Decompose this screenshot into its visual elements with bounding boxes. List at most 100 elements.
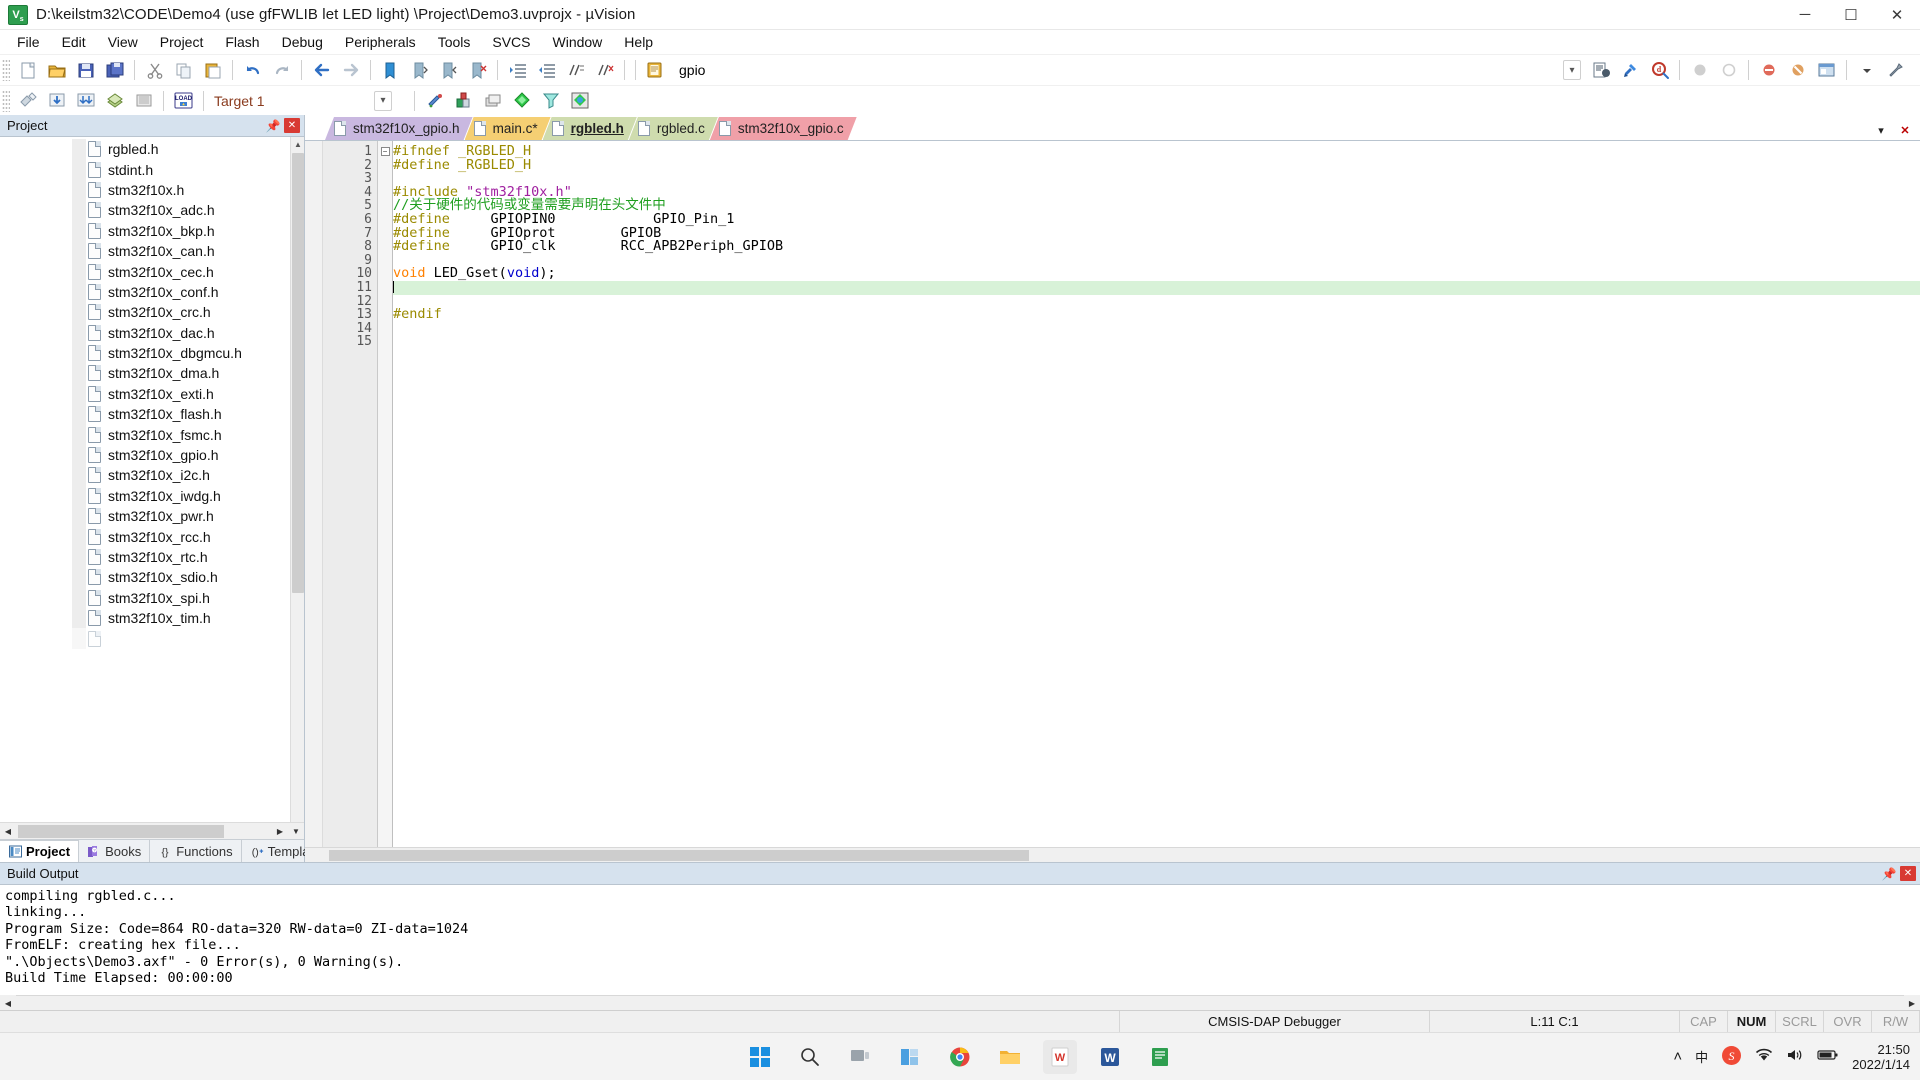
tree-item[interactable]: stm32f10x_dbgmcu.h [0, 342, 304, 364]
menu-item-view[interactable]: View [97, 32, 149, 52]
editor-tab-rgbled-c[interactable]: rgbled.c [629, 117, 718, 140]
hscroll-track[interactable] [16, 823, 272, 839]
status-indicator-scrl[interactable]: SCRL [1776, 1010, 1824, 1033]
code-line[interactable] [393, 280, 1920, 295]
redo-icon[interactable] [268, 57, 295, 83]
scrollbar-thumb[interactable] [292, 153, 304, 593]
save-icon[interactable] [72, 57, 99, 83]
file-explorer-icon[interactable] [993, 1040, 1027, 1074]
tree-item[interactable]: stm32f10x_adc.h [0, 200, 304, 221]
tree-item[interactable]: stm32f10x_can.h [0, 240, 304, 262]
widgets-icon[interactable] [893, 1040, 927, 1074]
tree-item[interactable]: stdint.h [0, 159, 304, 180]
menu-item-flash[interactable]: Flash [214, 32, 270, 52]
open-file-icon[interactable] [43, 57, 70, 83]
sogou-icon[interactable]: S [1721, 1045, 1742, 1069]
rebuild-all-icon[interactable] [72, 88, 99, 114]
tab-list-dropdown-icon[interactable]: ▾ [1874, 124, 1888, 137]
tree-item[interactable]: rgbled.h [0, 139, 304, 160]
navigate-forward-icon[interactable] [337, 57, 364, 83]
wps-icon[interactable]: W [1043, 1039, 1077, 1074]
tray-overflow-icon[interactable]: ˄ [1673, 1048, 1682, 1065]
editor-tab-stm32f10x-gpio-c[interactable]: stm32f10x_gpio.c [710, 117, 857, 140]
code-editor[interactable]: 1 2 3 4 5 6 7 8 9 10 11 12 13 14 15 − #ifndef _RGBLED_… [305, 141, 1920, 847]
menu-item-svcs[interactable]: SVCS [481, 32, 541, 52]
bookmark-clear-icon[interactable] [464, 57, 491, 83]
maximize-button[interactable]: ☐ [1828, 0, 1874, 30]
tree-item[interactable]: stm32f10x_bkp.h [0, 220, 304, 241]
build-target-icon[interactable] [43, 88, 70, 114]
menu-item-file[interactable]: File [6, 32, 51, 52]
tree-item[interactable]: stm32f10x_iwdg.h [0, 485, 304, 507]
tree-item[interactable]: stm32f10x_tim.h [0, 607, 304, 629]
chrome-icon[interactable] [943, 1040, 977, 1074]
browse-open-icon[interactable] [642, 57, 669, 83]
code-line[interactable] [393, 295, 1920, 309]
code-line[interactable] [393, 335, 1920, 349]
panel-tab-project[interactable]: Project [0, 840, 80, 862]
indent-icon[interactable] [504, 57, 531, 83]
navigate-back-icon[interactable] [308, 57, 335, 83]
code-line[interactable]: #endif [393, 307, 1920, 322]
toolbar-grip[interactable] [2, 59, 10, 81]
editor-tab-rgbled-h[interactable]: rgbled.h [543, 117, 637, 140]
close-button[interactable]: ✕ [1874, 0, 1920, 30]
tree-item[interactable]: stm32f10x_conf.h [0, 281, 304, 303]
build-output-text[interactable]: compiling rgbled.c... linking... Program S… [0, 885, 1920, 995]
target-select[interactable]: Target 1 ▾ [209, 90, 409, 112]
code-line[interactable] [393, 322, 1920, 336]
comment-icon[interactable] [562, 57, 589, 83]
scroll-down-icon[interactable]: ▼ [288, 823, 304, 839]
window-layout-icon[interactable] [1813, 57, 1840, 83]
cut-icon[interactable] [141, 57, 168, 83]
code-line[interactable] [393, 254, 1920, 268]
code-line[interactable]: #define _RGBLED_H [393, 158, 1920, 173]
tree-item[interactable]: stm32f10x_i2c.h [0, 465, 304, 486]
panel-tab-functions[interactable]: {} Functions [150, 840, 242, 862]
editor-tab-stm32f10x-gpio-h[interactable]: stm32f10x_gpio.h [325, 117, 473, 140]
filter-icon[interactable] [537, 88, 564, 114]
paste-icon[interactable] [199, 57, 226, 83]
menu-item-debug[interactable]: Debug [271, 32, 334, 52]
tree-item[interactable]: stm32f10x_spi.h [0, 587, 304, 608]
tree-item[interactable]: stm32f10x_rtc.h [0, 546, 304, 568]
kill-breakpoints-icon[interactable] [1755, 57, 1782, 83]
editor-hscrollbar[interactable] [305, 847, 1920, 862]
build-pin-icon[interactable]: 📌 [1881, 867, 1897, 881]
batch-build-icon[interactable] [101, 88, 128, 114]
bookmark-prev-icon[interactable] [406, 57, 433, 83]
configure-icon[interactable] [1882, 57, 1909, 83]
tree-item[interactable] [0, 628, 304, 649]
task-view-icon[interactable] [843, 1040, 877, 1074]
pack-installer-icon[interactable] [508, 88, 535, 114]
status-indicator-cap[interactable]: CAP [1680, 1010, 1728, 1033]
tree-item[interactable]: stm32f10x_rcc.h [0, 526, 304, 547]
menu-item-edit[interactable]: Edit [51, 32, 97, 52]
pack-icon[interactable] [566, 88, 593, 114]
tree-item[interactable]: stm32f10x_crc.h [0, 302, 304, 323]
fold-column[interactable]: − [378, 141, 393, 847]
code-content[interactable]: #ifndef _RGBLED_H #define _RGBLED_H #inclu… [393, 141, 1920, 847]
taskbar-clock[interactable]: 21:50 2022/1/14 [1852, 1042, 1910, 1072]
layout-dropdown-icon[interactable] [1853, 57, 1880, 83]
browse-symbol-icon[interactable] [1588, 57, 1615, 83]
chevron-down-icon[interactable]: ▾ [374, 90, 392, 111]
build-toolbar-grip[interactable] [2, 89, 10, 112]
start-button-icon[interactable] [743, 1040, 777, 1074]
tree-item[interactable]: stm32f10x_cec.h [0, 261, 304, 282]
undo-icon[interactable] [239, 57, 266, 83]
word-icon[interactable]: W [1093, 1040, 1127, 1074]
breakpoint-disable-icon[interactable] [1715, 57, 1742, 83]
code-line[interactable]: void LED_Gset(void); [393, 267, 1920, 281]
code-line[interactable]: #define GPIO_clk RCC_APB2Periph_GPIOB [393, 239, 1920, 254]
tree-item[interactable]: stm32f10x_pwr.h [0, 506, 304, 527]
save-all-icon[interactable] [101, 57, 128, 83]
menu-item-window[interactable]: Window [542, 32, 614, 52]
ime-indicator[interactable]: 中 [1695, 1047, 1708, 1066]
debug-magnifier-icon[interactable]: d [1646, 57, 1673, 83]
status-indicator-ovr[interactable]: OVR [1824, 1010, 1872, 1033]
download-icon[interactable]: LOAD [170, 88, 197, 114]
manage-project-items-icon[interactable] [450, 88, 477, 114]
search-input[interactable]: gpio [679, 62, 779, 78]
bookmark-next-icon[interactable] [435, 57, 462, 83]
